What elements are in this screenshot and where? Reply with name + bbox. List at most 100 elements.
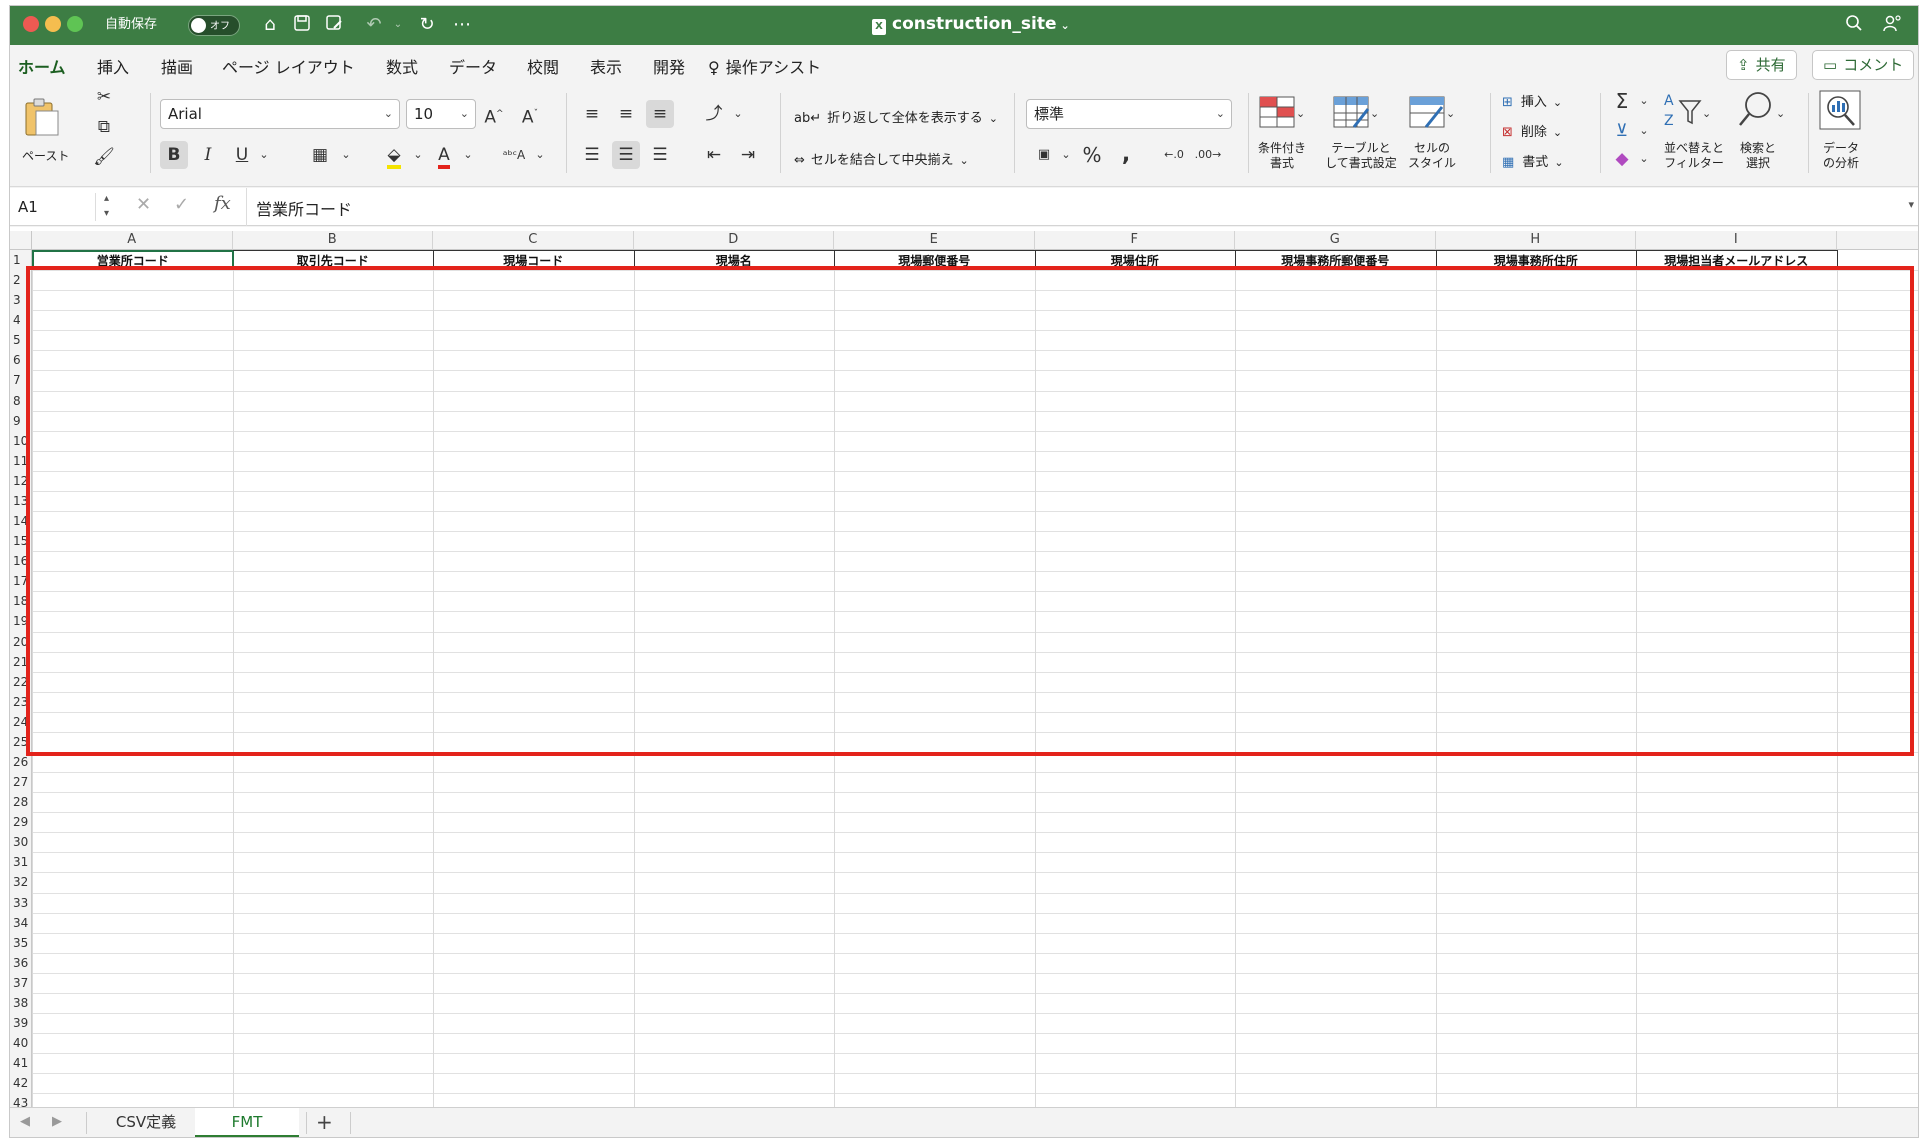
cancel-entry-icon[interactable]: ✕ <box>136 194 151 215</box>
bold-button[interactable]: B <box>160 141 188 169</box>
scroll-left-icon[interactable]: ◀ <box>20 1114 30 1129</box>
undo-dropdown-icon[interactable]: ⌄ <box>386 14 410 36</box>
phonetic-dropdown-icon[interactable]: ⌄ <box>526 141 554 169</box>
align-middle-icon[interactable]: ≡ <box>612 100 640 128</box>
share-button[interactable]: ⇪ 共有 <box>1726 50 1797 80</box>
select-all-button[interactable] <box>10 231 32 250</box>
row-header[interactable]: 42 <box>10 1073 32 1094</box>
phonetic-icon[interactable]: ᵃᵇᶜA <box>500 141 528 169</box>
name-box-stepper-icon[interactable]: ▴ ▾ <box>104 191 109 221</box>
account-icon[interactable] <box>1880 14 1904 36</box>
row-header[interactable]: 39 <box>10 1013 32 1034</box>
tab-review[interactable]: 校閲 <box>527 54 559 78</box>
fill-dropdown-icon[interactable]: ⌄ <box>1630 117 1658 145</box>
decrease-indent-icon[interactable]: ⇤ <box>700 141 728 169</box>
column-header-f[interactable]: F <box>1034 231 1235 250</box>
increase-font-icon[interactable]: A^ <box>480 100 508 128</box>
borders-dropdown-icon[interactable]: ⌄ <box>332 141 360 169</box>
row-header[interactable]: 31 <box>10 852 32 873</box>
undo-icon[interactable]: ↶ <box>362 14 386 36</box>
increase-decimal-icon[interactable]: ←.0 <box>1160 141 1188 169</box>
tab-draw[interactable]: 描画 <box>161 54 193 78</box>
scroll-right-icon[interactable]: ▶ <box>52 1114 62 1129</box>
insert-cells-button[interactable]: ⊞ 挿入 ⌄ <box>1502 91 1562 110</box>
redo-icon[interactable]: ↻ <box>415 14 439 36</box>
italic-button[interactable]: I <box>194 141 222 169</box>
formula-input[interactable]: 営業所コード <box>256 196 352 220</box>
format-painter-icon[interactable]: 🖌 <box>90 143 118 171</box>
search-icon[interactable] <box>1842 14 1866 36</box>
row-header[interactable]: 30 <box>10 832 32 853</box>
tab-view[interactable]: 表示 <box>590 54 622 78</box>
format-cells-button[interactable]: ▦ 書式 ⌄ <box>1502 151 1564 170</box>
worksheet-grid[interactable]: A B C D E F G H I 1 2 3 4 5 6 7 8 9 10 11 12 13 14 15 16 17 18 19 20… <box>10 227 1918 1107</box>
home-icon[interactable]: ⌂ <box>258 14 282 36</box>
add-sheet-button[interactable]: + <box>316 1110 333 1134</box>
column-header-b[interactable]: B <box>232 231 433 250</box>
column-header-g[interactable]: G <box>1235 231 1436 250</box>
row-header[interactable]: 34 <box>10 912 32 933</box>
comment-button[interactable]: ▭ コメント <box>1812 50 1915 80</box>
find-select-icon[interactable]: ⌄ <box>1736 89 1785 127</box>
close-window-button[interactable] <box>23 16 39 32</box>
number-format-select[interactable]: 標準 ⌄ <box>1026 99 1232 129</box>
column-header-i[interactable]: I <box>1636 231 1837 250</box>
borders-icon[interactable]: ▦ <box>306 141 334 169</box>
delete-cells-button[interactable]: ⊠ 削除 ⌄ <box>1502 121 1562 140</box>
decrease-decimal-icon[interactable]: .00→ <box>1194 141 1222 169</box>
sheet-tab-fmt[interactable]: FMT <box>195 1108 299 1137</box>
format-as-table-icon[interactable]: ⌄ <box>1332 93 1379 131</box>
copy-icon[interactable]: ⧉ <box>90 113 118 141</box>
column-header-c[interactable]: C <box>433 231 634 250</box>
row-header[interactable]: 27 <box>10 772 32 793</box>
row-header[interactable]: 37 <box>10 972 32 993</box>
tab-insert[interactable]: 挿入 <box>97 54 129 78</box>
tab-data[interactable]: データ <box>449 54 497 78</box>
align-bottom-icon[interactable]: ≡ <box>646 100 674 128</box>
conditional-formatting-icon[interactable]: ⌄ <box>1258 93 1305 131</box>
maximize-window-button[interactable] <box>67 16 83 32</box>
save-icon[interactable] <box>290 14 314 36</box>
merge-center-button[interactable]: ⇔ セルを結合して中央揃え ⌄ <box>794 149 969 168</box>
currency-dropdown-icon[interactable]: ⌄ <box>1052 141 1080 169</box>
align-right-icon[interactable]: ☰ <box>646 141 674 169</box>
cell-styles-icon[interactable]: ⌄ <box>1408 93 1455 131</box>
save-as-icon[interactable] <box>322 14 346 36</box>
column-header-d[interactable]: D <box>633 231 834 250</box>
analyze-data-icon[interactable] <box>1818 89 1861 130</box>
column-header-j[interactable] <box>1836 231 1918 250</box>
clear-dropdown-icon[interactable]: ⌄ <box>1630 145 1658 173</box>
minimize-window-button[interactable] <box>45 16 61 32</box>
tab-formulas[interactable]: 数式 <box>386 54 418 78</box>
row-header[interactable]: 43 <box>10 1093 32 1107</box>
row-header[interactable]: 33 <box>10 892 32 913</box>
title-dropdown-icon[interactable]: ⌄ <box>1061 19 1070 32</box>
column-header-a[interactable]: A <box>32 231 233 250</box>
autosum-dropdown-icon[interactable]: ⌄ <box>1630 87 1658 115</box>
tab-page-layout[interactable]: ページ レイアウト <box>222 54 355 78</box>
autosave-toggle[interactable]: オフ <box>188 15 240 36</box>
sheet-tab-csv[interactable]: CSV定義 <box>90 1108 202 1137</box>
align-left-icon[interactable]: ☰ <box>578 141 606 169</box>
orientation-dropdown-icon[interactable]: ⌄ <box>724 100 752 128</box>
column-header-h[interactable]: H <box>1435 231 1636 250</box>
tab-developer[interactable]: 開発 <box>653 54 685 78</box>
tab-home[interactable]: ホーム <box>18 54 66 86</box>
row-header[interactable]: 35 <box>10 932 32 953</box>
sort-filter-icon[interactable]: A Z ⌄ <box>1662 89 1711 129</box>
confirm-entry-icon[interactable]: ✓ <box>174 194 189 215</box>
cut-icon[interactable]: ✂ <box>90 83 118 111</box>
row-header[interactable]: 28 <box>10 792 32 813</box>
name-box[interactable]: A1 <box>14 193 96 221</box>
fill-color-dropdown-icon[interactable]: ⌄ <box>404 141 432 169</box>
column-header-e[interactable]: E <box>834 231 1035 250</box>
row-header[interactable]: 41 <box>10 1053 32 1074</box>
font-name-select[interactable]: Arial ⌄ <box>160 99 400 129</box>
font-color-dropdown-icon[interactable]: ⌄ <box>454 141 482 169</box>
percent-icon[interactable]: % <box>1078 141 1106 169</box>
row-header[interactable]: 32 <box>10 872 32 893</box>
comma-icon[interactable]: , <box>1112 141 1140 169</box>
row-header[interactable]: 40 <box>10 1033 32 1054</box>
insert-function-icon[interactable]: fx <box>214 193 231 214</box>
align-center-icon[interactable]: ☰ <box>612 141 640 169</box>
